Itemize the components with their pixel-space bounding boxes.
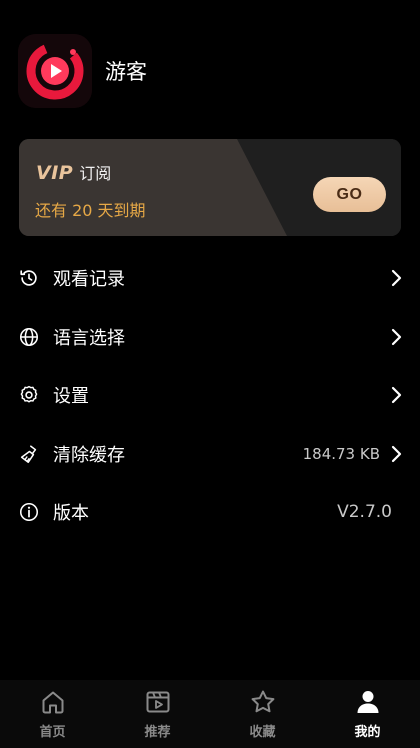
gear-icon (20, 386, 38, 403)
version-value: V2.7.0 (337, 502, 392, 523)
chevron-right-icon (391, 270, 402, 287)
cache-size-value: 184.73 KB (302, 444, 380, 463)
avatar[interactable] (18, 34, 92, 108)
profile-header[interactable]: 游客 (18, 34, 147, 108)
menu-item-watch-history[interactable]: 观看记录 (0, 249, 420, 308)
star-icon (251, 690, 274, 713)
history-clock-icon (20, 270, 37, 286)
tab-label: 首页 (39, 725, 66, 740)
menu-item-label: 语言选择 (53, 327, 125, 349)
chevron-right-icon (391, 387, 402, 404)
info-icon (19, 503, 39, 522)
app-logo-icon (18, 34, 92, 108)
menu-item-label: 观看记录 (53, 269, 125, 291)
chevron-right-icon (391, 445, 402, 462)
username: 游客 (105, 60, 147, 84)
broom-icon (20, 445, 37, 463)
vip-title: VIP 订阅 (36, 160, 111, 184)
bottom-tab-bar: 首页 推荐 收藏 我的 (0, 680, 420, 748)
vip-subscription-label: 订阅 (79, 164, 112, 183)
tab-label: 收藏 (249, 725, 276, 740)
settings-menu: 观看记录 语言选择 设置 清除缓存 184.73 KB 版本 V2.7.0 (0, 249, 420, 542)
home-icon (42, 691, 63, 714)
menu-item-settings[interactable]: 设置 (0, 366, 420, 425)
menu-item-label: 版本 (53, 503, 89, 525)
menu-item-label: 清除缓存 (53, 444, 125, 466)
tab-favorites[interactable]: 收藏 (210, 680, 315, 748)
vip-go-button[interactable]: GO (313, 177, 386, 212)
vip-badge: VIP (36, 162, 74, 184)
chevron-right-icon (391, 328, 402, 345)
menu-item-version[interactable]: 版本 V2.7.0 (0, 483, 420, 542)
menu-item-clear-cache[interactable]: 清除缓存 184.73 KB (0, 425, 420, 484)
tab-label: 推荐 (144, 725, 171, 740)
tab-recommend[interactable]: 推荐 (105, 680, 210, 748)
vip-subscription-card[interactable]: VIP 订阅 还有 20 天到期 GO (19, 139, 401, 236)
globe-icon (19, 327, 39, 346)
user-icon (357, 691, 378, 713)
tab-home[interactable]: 首页 (0, 680, 105, 748)
film-icon (146, 691, 169, 713)
menu-item-language[interactable]: 语言选择 (0, 308, 420, 367)
tab-label: 我的 (354, 725, 381, 740)
vip-expiry-text: 还有 20 天到期 (35, 201, 146, 220)
menu-item-label: 设置 (53, 386, 89, 408)
tab-profile[interactable]: 我的 (315, 680, 420, 748)
